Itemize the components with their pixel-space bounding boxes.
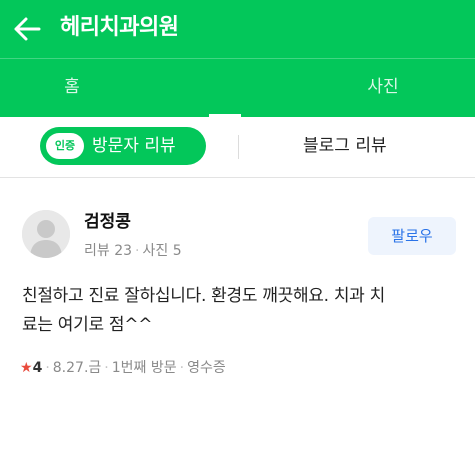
tab-home[interactable]: 홈 xyxy=(22,59,122,118)
footer-separator: · xyxy=(179,360,185,376)
review-type-tabs: 인증 방문자 리뷰 블로그 리뷰 xyxy=(0,117,475,178)
review-text-line: 친절하고 진료 잘하십니다. 환경도 깨끗해요. 치과 치 xyxy=(22,286,385,306)
tab-photo[interactable]: 사진 xyxy=(333,59,433,118)
visit-count: 1번째 방문 xyxy=(111,360,177,376)
review-card: 검정콩 리뷰 23 · 사진 5 팔로우 친절하고 진료 잘하십니다. 환경도 깨끗… xyxy=(0,179,475,410)
blog-review-tab[interactable]: 블로그 리뷰 xyxy=(303,127,387,165)
page-title: 헤리치과의원 xyxy=(60,15,179,40)
review-text-line: 료는 여기로 점^^ xyxy=(22,315,153,335)
meta-separator: · xyxy=(135,243,140,259)
review-text[interactable]: 친절하고 진료 잘하십니다. 환경도 깨끗해요. 치과 치 료는 여기로 점^^ xyxy=(22,282,457,340)
photo-count: 사진 5 xyxy=(142,243,182,259)
visitor-review-tab[interactable]: 인증 방문자 리뷰 xyxy=(40,127,206,165)
footer-separator: · xyxy=(104,360,109,376)
verified-badge-icon: 인증 xyxy=(46,133,84,159)
reviewer-name[interactable]: 검정콩 xyxy=(84,207,131,232)
back-button[interactable] xyxy=(12,14,42,44)
rating-value: 4 xyxy=(32,360,43,376)
footer-separator: · xyxy=(45,360,50,376)
tab-bar: 홈 리뷰 사진 xyxy=(0,58,475,469)
app-header: 헤리치과의원 xyxy=(0,0,475,58)
user-silhouette-icon xyxy=(22,210,70,258)
avatar[interactable] xyxy=(22,210,70,258)
review-count: 리뷰 23 xyxy=(84,243,133,259)
reviewer-meta: 리뷰 23 · 사진 5 xyxy=(84,240,182,260)
follow-button[interactable]: 팔로우 xyxy=(368,217,456,255)
arrow-left-icon xyxy=(14,17,41,41)
star-icon: ★ xyxy=(20,360,33,376)
divider xyxy=(238,135,239,159)
visit-date: 8.27.금 xyxy=(52,360,102,376)
review-footer: ★4 · 8.27.금 · 1번째 방문 · 영수증 xyxy=(20,357,226,377)
receipt-label: 영수증 xyxy=(187,360,226,376)
visitor-review-label: 방문자 리뷰 xyxy=(92,136,176,156)
